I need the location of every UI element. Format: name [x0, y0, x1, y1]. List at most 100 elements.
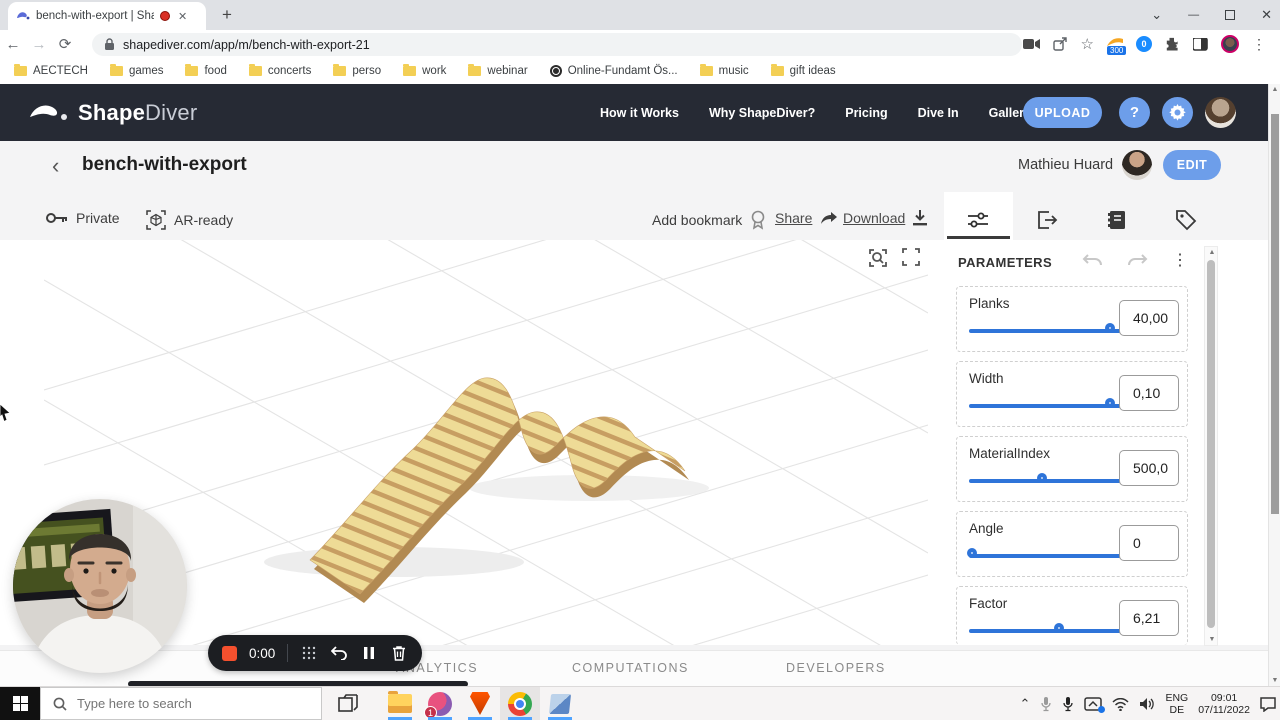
angle-value-input[interactable]	[1119, 525, 1179, 561]
scroll-down-icon[interactable]: ▼	[1269, 677, 1280, 684]
zoom-extents-button[interactable]	[866, 246, 892, 272]
width-slider[interactable]	[969, 396, 1121, 416]
browser-forward-button[interactable]: →	[26, 36, 52, 53]
bookmark-item[interactable]: perso	[333, 64, 381, 77]
edit-button[interactable]: EDIT	[1163, 150, 1221, 180]
planks-value-input[interactable]	[1119, 300, 1179, 336]
nav-dive-in[interactable]: Dive In	[918, 106, 959, 120]
panel-scrollbar[interactable]: ▲ ▼	[1204, 246, 1218, 646]
search-input[interactable]	[77, 696, 287, 711]
scroll-down-icon[interactable]: ▼	[1205, 636, 1219, 643]
extensions-puzzle-icon[interactable]	[1165, 37, 1180, 52]
screen-share-tray-icon[interactable]	[1084, 697, 1106, 713]
tab-computations[interactable]: COMPUTATIONS	[572, 661, 689, 675]
taskbar-search[interactable]	[40, 687, 322, 720]
fullscreen-button[interactable]	[900, 246, 926, 272]
bookmark-item[interactable]: Online-Fundamt Ös...	[549, 65, 678, 77]
notification-center-icon[interactable]	[1260, 696, 1276, 712]
side-panel-icon[interactable]	[1193, 37, 1208, 51]
bookmark-star-icon[interactable]: ☆	[1081, 35, 1094, 53]
materialindex-value-input[interactable]	[1119, 450, 1179, 486]
width-value-input[interactable]	[1119, 375, 1179, 411]
share-button[interactable]: Share	[775, 210, 838, 226]
browser-tab[interactable]: bench-with-export | ShapeDi ✕	[8, 2, 206, 30]
bookmark-item[interactable]: work	[403, 64, 446, 77]
seo-extension-icon[interactable]: 300	[1107, 37, 1127, 55]
nav-pricing[interactable]: Pricing	[845, 106, 887, 120]
tab-search-chevron-icon[interactable]: ⌄	[1151, 7, 1162, 23]
redo-icon[interactable]	[1126, 252, 1148, 270]
bookmark-item[interactable]: food	[185, 64, 227, 77]
slider-thumb[interactable]	[1053, 623, 1064, 633]
share-page-icon[interactable]	[1052, 37, 1068, 51]
tab-developers[interactable]: DEVELOPERS	[786, 661, 886, 675]
tab-parameters[interactable]	[966, 208, 990, 232]
slider-thumb[interactable]	[1037, 473, 1047, 483]
webcam-overlay[interactable]	[13, 499, 187, 673]
undo-icon[interactable]	[1082, 252, 1104, 270]
browser-reload-button[interactable]: ⟳	[52, 35, 78, 53]
task-view-button[interactable]	[328, 687, 368, 720]
account-avatar[interactable]	[1205, 97, 1236, 128]
settings-button[interactable]	[1162, 97, 1193, 128]
omnibox[interactable]: shapediver.com/app/m/bench-with-export-2…	[92, 33, 1022, 56]
bookmark-item[interactable]: games	[109, 64, 163, 77]
teams-button[interactable]: 1	[420, 687, 460, 720]
window-maximize-button[interactable]	[1225, 10, 1236, 20]
planks-slider[interactable]	[969, 321, 1121, 341]
mic-active-icon[interactable]	[1062, 696, 1074, 712]
volume-icon[interactable]	[1139, 697, 1155, 711]
new-tab-button[interactable]: +	[216, 4, 238, 26]
angle-slider[interactable]	[967, 546, 1121, 566]
tray-expand-chevron-icon[interactable]: ⌃	[1020, 696, 1031, 712]
browser-back-button[interactable]: ←	[0, 36, 26, 53]
file-explorer-button[interactable]	[380, 687, 420, 720]
tab-tags[interactable]	[1174, 208, 1198, 232]
factor-value-input[interactable]	[1119, 600, 1179, 636]
tab-exports[interactable]	[1035, 208, 1059, 232]
language-switcher[interactable]: ENG DE	[1165, 692, 1188, 716]
help-button[interactable]: ?	[1119, 97, 1150, 128]
owner-avatar[interactable]	[1122, 150, 1152, 180]
bookmark-item[interactable]: gift ideas	[770, 64, 836, 77]
start-button[interactable]	[0, 686, 40, 720]
bookmark-item[interactable]: webinar	[468, 64, 528, 77]
page-scrollbar[interactable]: ▲ ▼	[1268, 84, 1280, 686]
bookmark-item[interactable]: concerts	[248, 64, 311, 77]
delete-recording-icon[interactable]	[390, 644, 408, 662]
window-close-button[interactable]: ✕	[1261, 7, 1272, 23]
stop-recording-button[interactable]	[222, 645, 237, 661]
browser-profile-avatar[interactable]	[1221, 35, 1239, 53]
download-button[interactable]: Download	[843, 210, 928, 226]
browser-menu-kebab-icon[interactable]: ⋮	[1252, 36, 1266, 53]
nav-how-it-works[interactable]: How it Works	[600, 106, 679, 120]
back-button[interactable]: ‹	[52, 153, 59, 179]
panel-menu-kebab-icon[interactable]: ⋮	[1172, 250, 1188, 270]
drag-handle-icon[interactable]	[300, 644, 318, 662]
brave-button[interactable]	[460, 687, 500, 720]
password-manager-icon[interactable]: 0	[1136, 36, 1152, 52]
scroll-up-icon[interactable]: ▲	[1205, 249, 1219, 256]
bookmark-item[interactable]: music	[699, 64, 749, 77]
tab-notes[interactable]	[1105, 208, 1129, 232]
add-bookmark-button[interactable]: Add bookmark	[652, 210, 766, 230]
wifi-icon[interactable]	[1112, 697, 1129, 711]
nav-why-shapediver[interactable]: Why ShapeDiver?	[709, 106, 815, 120]
chrome-button[interactable]	[500, 687, 540, 720]
pause-recording-icon[interactable]	[360, 644, 378, 662]
upload-button[interactable]: UPLOAD	[1023, 97, 1102, 128]
owner-name[interactable]: Mathieu Huard	[1018, 157, 1113, 173]
factor-slider[interactable]	[969, 621, 1121, 641]
window-minimize-button[interactable]: —	[1188, 9, 1199, 21]
restart-recording-icon[interactable]	[330, 644, 348, 662]
scroll-up-icon[interactable]: ▲	[1269, 86, 1280, 93]
mic-muted-icon[interactable]	[1040, 696, 1052, 712]
materialindex-slider[interactable]	[969, 471, 1121, 491]
blue-app-button[interactable]	[540, 687, 580, 720]
bookmark-item[interactable]: AECTECH	[14, 64, 88, 77]
panel-scrollbar-thumb[interactable]	[1207, 260, 1215, 628]
page-scrollbar-thumb[interactable]	[1271, 114, 1279, 514]
tab-close-icon[interactable]: ✕	[178, 10, 187, 23]
shapediver-logo[interactable]: ShapeDiver	[28, 100, 197, 126]
clock[interactable]: 09:01 07/11/2022	[1198, 692, 1250, 716]
